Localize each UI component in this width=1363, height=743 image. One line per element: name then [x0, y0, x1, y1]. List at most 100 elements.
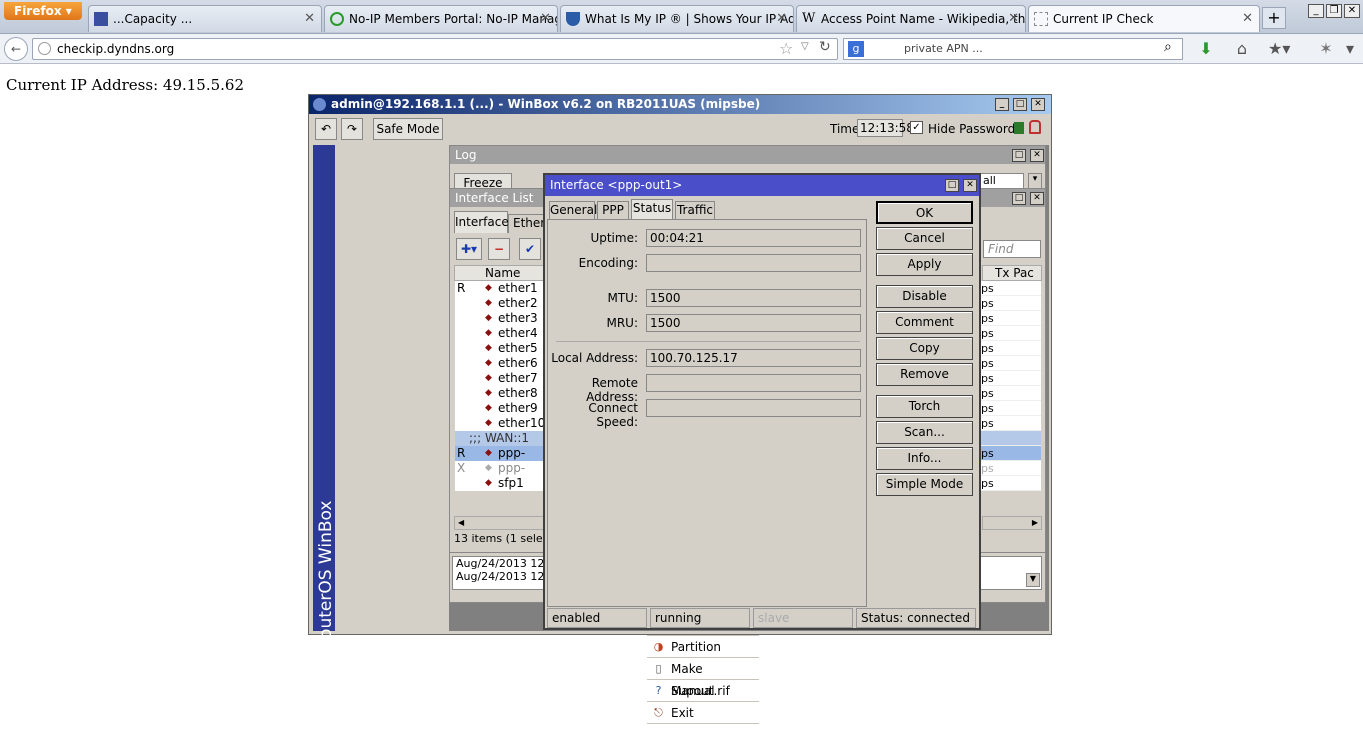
scroll-left-icon[interactable]: ◀	[454, 516, 544, 530]
tab-3[interactable]: What Is My IP ® | Shows Your IP Add... ✕	[560, 5, 794, 32]
ok-button[interactable]: OK	[876, 201, 973, 224]
local-address-field[interactable]: 100.70.125.17	[646, 349, 861, 367]
dropdown-arrow-icon[interactable]: ▾	[1028, 173, 1042, 189]
restore-icon[interactable]: ❐	[1326, 4, 1342, 18]
close-icon[interactable]: ✕	[776, 6, 787, 32]
search-bar[interactable]: g private APN ... ⌕	[843, 38, 1183, 60]
log-filter-select[interactable]: all	[980, 173, 1024, 189]
hide-passwords-checkbox[interactable]: ✓	[910, 121, 923, 134]
copy-button[interactable]: Copy	[876, 337, 973, 360]
table-row[interactable]: ◆ sfp1	[455, 476, 543, 491]
table-row[interactable]: ◆ ether3	[455, 311, 543, 326]
tab-status[interactable]: Status	[631, 199, 673, 221]
find-input[interactable]: Find	[983, 240, 1041, 258]
table-row[interactable]: R ◆ ether1	[455, 281, 543, 296]
tab-1[interactable]: ...Capacity ... ✕	[88, 5, 322, 32]
download-icon[interactable]: ⬇	[1196, 39, 1216, 59]
table-row[interactable]: ◆ ether4	[455, 326, 543, 341]
tab-ppp[interactable]: PPP	[597, 201, 629, 220]
simple-mode-button[interactable]: Simple Mode	[876, 473, 973, 496]
bookmarks-icon[interactable]: ★▾	[1268, 39, 1290, 59]
close-icon[interactable]: ✕	[1242, 6, 1253, 32]
remove-button[interactable]: Remove	[876, 363, 973, 386]
disable-button[interactable]: Disable	[876, 285, 973, 308]
back-button[interactable]: ←	[4, 37, 28, 61]
tab-general[interactable]: General	[549, 201, 597, 220]
tab-traffic[interactable]: Traffic	[675, 201, 715, 220]
tab-5[interactable]: Current IP Check ✕	[1028, 5, 1260, 32]
new-tab-button[interactable]: +	[1262, 7, 1286, 29]
sidebar-item-exit[interactable]: ⎋ Exit	[647, 702, 759, 724]
sidebar-item-manual[interactable]: ? Manual	[647, 680, 759, 702]
sidebar-item-partition[interactable]: ◑ Partition	[647, 636, 759, 658]
cancel-button[interactable]: Cancel	[876, 227, 973, 250]
tab-interface[interactable]: Interface	[454, 211, 509, 233]
undo-button[interactable]: ↶	[315, 118, 337, 140]
close-icon[interactable]: ✕	[1031, 98, 1045, 111]
table-row[interactable]: ◆ ether9	[455, 401, 543, 416]
add-icon[interactable]: ✚▾	[456, 238, 482, 260]
info-button[interactable]: Info...	[876, 447, 973, 470]
close-icon[interactable]: ✕	[963, 179, 977, 192]
close-icon[interactable]: ✕	[1008, 6, 1019, 32]
remote-address-field[interactable]	[646, 374, 861, 392]
minimize-icon[interactable]: _	[995, 98, 1009, 111]
table-row[interactable]: ◆ ether5	[455, 341, 543, 356]
table-row[interactable]: R◆ppp-out1	[455, 446, 543, 475]
apply-button[interactable]: Apply	[876, 253, 973, 276]
google-icon[interactable]: g	[848, 41, 864, 57]
close-icon[interactable]: ✕	[540, 6, 551, 32]
maximize-icon[interactable]: □	[1013, 98, 1027, 111]
table-row[interactable]: ◆ ether2	[455, 296, 543, 311]
scroll-right-icon[interactable]: ▶	[982, 516, 1042, 530]
table-row[interactable]: ◆ ether7	[455, 371, 543, 386]
connect-speed-field[interactable]	[646, 399, 861, 417]
column-tx-header[interactable]: Tx Pac	[982, 265, 1042, 281]
column-name-header[interactable]: Name	[485, 266, 520, 280]
table-row[interactable]: X◆ppp-out3	[455, 461, 543, 490]
firefox-menu-button[interactable]: Firefox ▾	[4, 2, 82, 20]
mru-field[interactable]: 1500	[646, 314, 861, 332]
search-icon[interactable]: ⌕	[1164, 39, 1172, 55]
close-icon[interactable]: ✕	[1030, 149, 1044, 162]
close-icon[interactable]: ✕	[304, 6, 315, 32]
table-row[interactable]: ◆ ether6	[455, 356, 543, 371]
minimize-icon[interactable]: _	[1308, 4, 1324, 18]
tab-2[interactable]: No-IP Members Portal: No-IP Manage... ✕	[324, 5, 558, 32]
close-window-icon[interactable]: ✕	[1344, 4, 1360, 18]
redo-button[interactable]: ↷	[341, 118, 363, 140]
sidebar-item-make-supout-rif[interactable]: ▯ Make Supout.rif	[647, 658, 759, 698]
uptime-field[interactable]: 00:04:21	[646, 229, 861, 247]
encoding-field[interactable]	[646, 254, 861, 272]
torch-button[interactable]: Torch	[876, 395, 973, 418]
mtu-field[interactable]: 1500	[646, 289, 861, 307]
row-name: ether2	[498, 296, 538, 310]
table-row[interactable]: ◆ ether8	[455, 386, 543, 401]
url-bar[interactable]: checkip.dyndns.org ☆ ▽ ↻	[32, 38, 838, 60]
scroll-down-icon[interactable]: ▼	[1026, 573, 1040, 587]
bookmark-star-icon[interactable]: ☆	[779, 39, 793, 58]
remove-icon[interactable]: −	[488, 238, 510, 260]
reload-icon[interactable]: ↻	[819, 39, 831, 55]
safe-mode-button[interactable]: Safe Mode	[373, 118, 443, 140]
addon-icon[interactable]: ✶	[1316, 39, 1336, 59]
table-row[interactable]: ◆ ether10	[455, 416, 545, 431]
enable-icon[interactable]: ✔	[519, 238, 541, 260]
ethernet-interface-icon: ◆	[485, 358, 492, 368]
tab-ethernet[interactable]: Ethern	[508, 214, 548, 233]
menu-icon[interactable]: ▾	[1340, 39, 1360, 59]
scan-button[interactable]: Scan...	[876, 421, 973, 444]
close-icon[interactable]: ✕	[1030, 192, 1044, 205]
maximize-icon[interactable]: □	[945, 179, 959, 192]
log-title-bar[interactable]: Log	[450, 146, 1045, 164]
row-tx-cell: ps	[981, 326, 1041, 341]
comment-button[interactable]: Comment	[876, 311, 973, 334]
winbox-title-bar[interactable]: admin@192.168.1.1 (...) - WinBox v6.2 on…	[309, 95, 1051, 114]
dialog-title-bar[interactable]: Interface <ppp-out1> □ ✕	[545, 175, 979, 196]
maximize-icon[interactable]: □	[1012, 149, 1026, 162]
history-dropdown-icon[interactable]: ▽	[801, 41, 809, 52]
table-row[interactable]: ;;; WAN::1	[455, 431, 543, 446]
maximize-icon[interactable]: □	[1012, 192, 1026, 205]
tab-4[interactable]: W Access Point Name - Wikipedia, the fr.…	[796, 5, 1026, 32]
home-icon[interactable]: ⌂	[1232, 39, 1252, 59]
